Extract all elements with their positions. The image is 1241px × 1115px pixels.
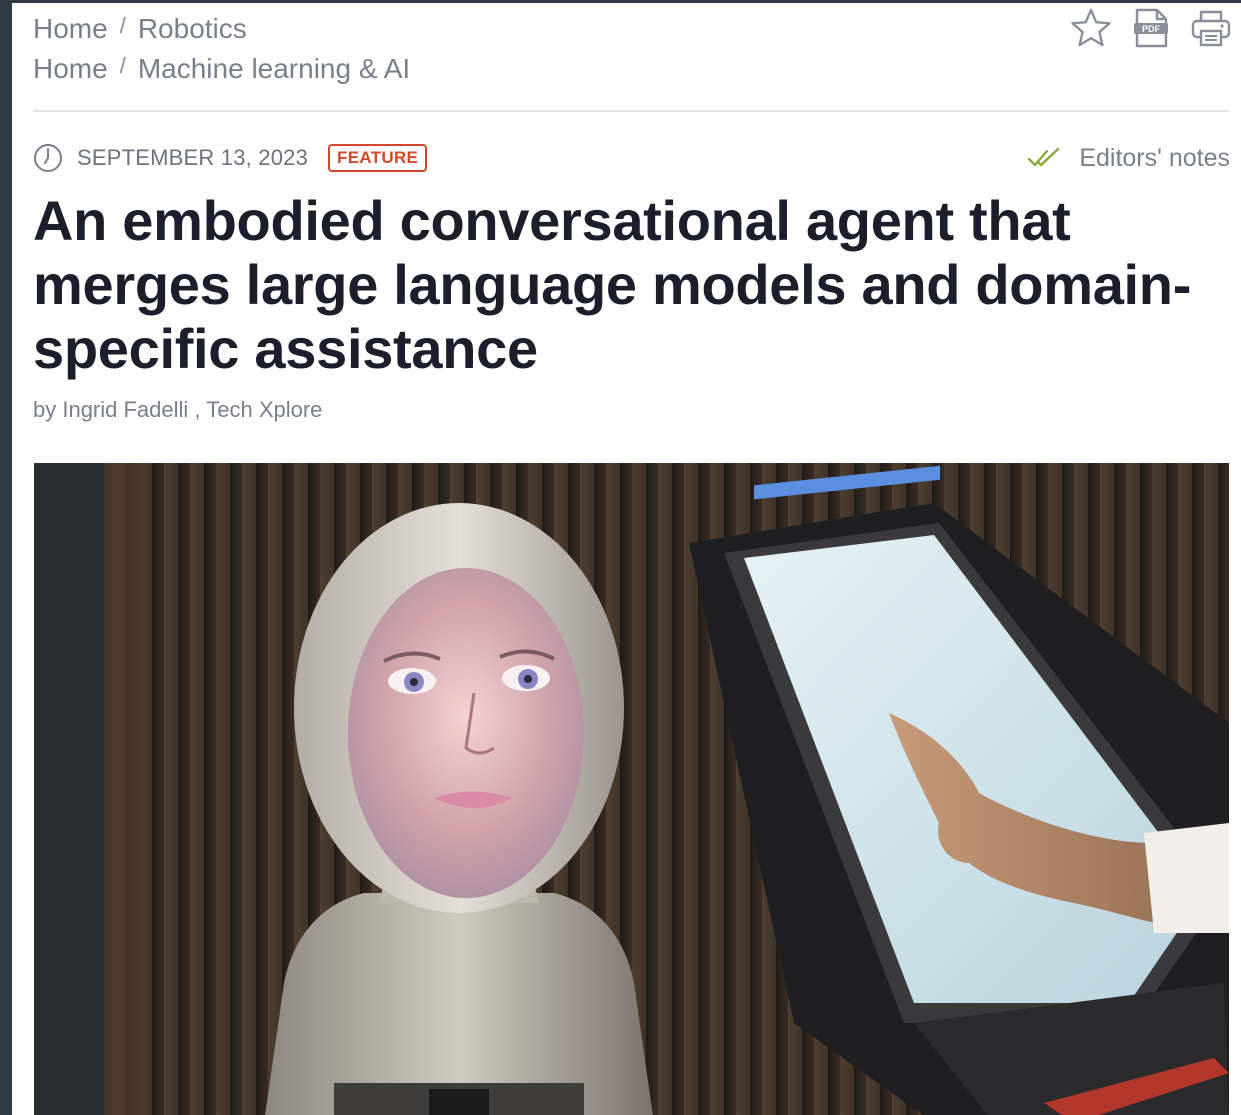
article-toolbar: PDF (1061, 7, 1241, 49)
article-title: An embodied conversational agent that me… (33, 189, 1192, 380)
breadcrumb-home-link[interactable]: Home (33, 13, 108, 45)
article-page: Home / Robotics Home / Machine learning … (12, 3, 1241, 1115)
publish-date: SEPTEMBER 13, 2023 (33, 143, 308, 173)
printer-icon (1191, 10, 1231, 47)
breadcrumb-separator: / (119, 53, 126, 78)
header-divider (33, 110, 1229, 112)
pdf-button[interactable]: PDF (1121, 7, 1181, 49)
breadcrumb-robotics: Home / Robotics (33, 9, 410, 49)
bookmark-button[interactable] (1061, 7, 1121, 49)
publish-date-text: SEPTEMBER 13, 2023 (77, 145, 309, 170)
breadcrumb-separator: / (119, 13, 126, 38)
pdf-label: PDF (1142, 24, 1161, 34)
feature-badge[interactable]: FEATURE (328, 144, 428, 172)
article-hero-image[interactable] (34, 463, 1229, 1115)
robot-kiosk-photo (34, 463, 1229, 1115)
breadcrumb-ml-ai: Home / Machine learning & AI (33, 49, 410, 89)
breadcrumb-home-link[interactable]: Home (33, 53, 108, 85)
editors-notes-link[interactable]: Editors' notes (1027, 144, 1230, 173)
breadcrumbs: Home / Robotics Home / Machine learning … (33, 9, 410, 89)
double-check-icon (1028, 147, 1060, 167)
breadcrumb-ml-ai-link[interactable]: Machine learning & AI (138, 53, 410, 85)
article-byline: by Ingrid Fadelli , Tech Xplore (33, 397, 323, 422)
star-icon (1071, 8, 1111, 47)
article-meta: SEPTEMBER 13, 2023 FEATURE Editors' note… (33, 140, 1230, 176)
pdf-icon: PDF (1134, 8, 1168, 48)
breadcrumb-robotics-link[interactable]: Robotics (138, 13, 247, 45)
clock-icon (34, 144, 62, 172)
editors-notes-label: Editors' notes (1079, 143, 1230, 172)
print-button[interactable] (1181, 7, 1241, 49)
